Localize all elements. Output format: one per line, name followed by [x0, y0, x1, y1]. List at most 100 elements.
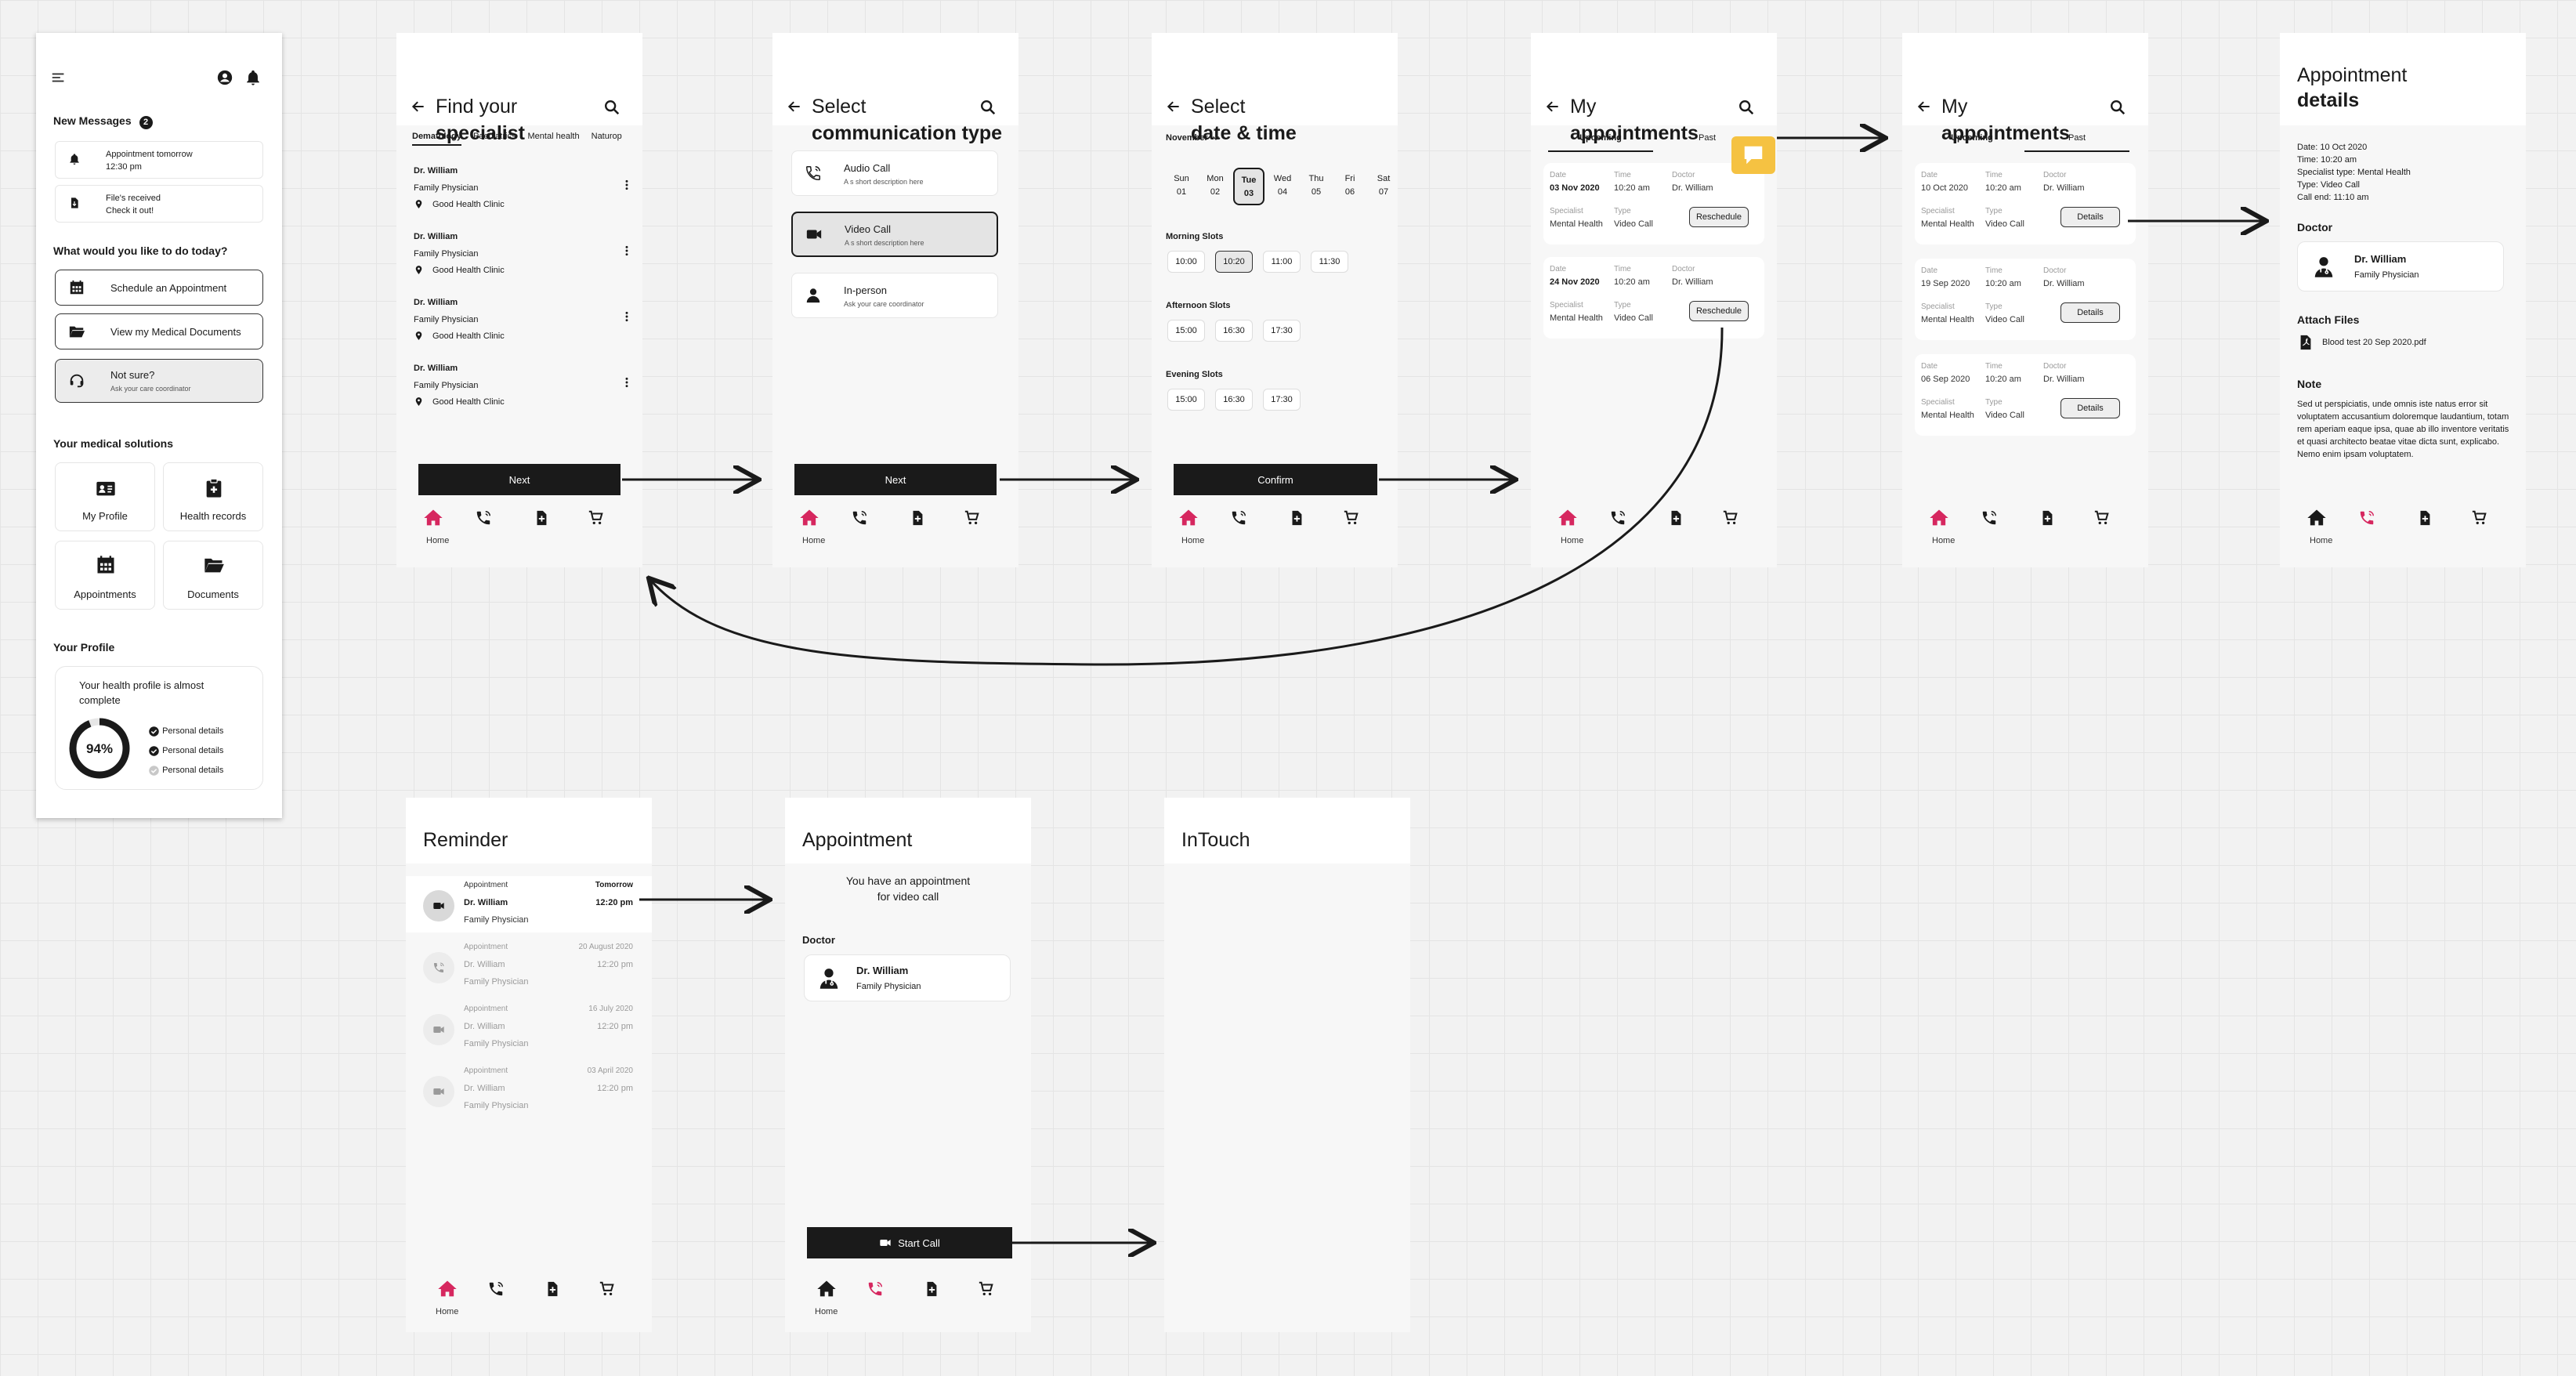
health-records-tile[interactable]: Health records — [163, 462, 263, 531]
message-item[interactable]: File's received Check it out! — [55, 185, 263, 223]
documents-icon[interactable] — [920, 1277, 943, 1301]
time-slot[interactable]: 10:20 — [1215, 251, 1253, 273]
day-chip[interactable]: Thu 05 — [1301, 168, 1332, 205]
cart-icon[interactable] — [584, 506, 608, 530]
cart-icon[interactable] — [961, 506, 984, 530]
tab-upcoming[interactable]: Upcoming — [1548, 133, 1653, 152]
cart-icon[interactable] — [595, 1277, 619, 1301]
time-slot[interactable]: 17:30 — [1263, 389, 1301, 411]
appointment-card[interactable]: Date Time Doctor 19 Sep 2020 10:20 am Dr. Wil… — [1915, 259, 2136, 340]
reminder-item[interactable]: Appointment Dr. William Family Physician 20… — [406, 938, 652, 994]
back-arrow-icon[interactable] — [1916, 99, 1932, 114]
day-chip[interactable]: Sat 07 — [1368, 168, 1398, 205]
appointment-card[interactable]: Date Time Doctor 10 Oct 2020 10:20 am Dr. Wil… — [1915, 163, 2136, 244]
schedule-appointment-button[interactable]: Schedule an Appointment — [55, 270, 263, 306]
calls-icon[interactable] — [863, 1277, 887, 1301]
next-button[interactable]: Next — [794, 464, 997, 495]
tab-upcoming[interactable]: Upcoming — [1919, 133, 2024, 152]
time-slot[interactable]: 16:30 — [1215, 389, 1253, 411]
appointment-card[interactable]: Date Time Doctor 06 Sep 2020 10:20 am Dr. Wil… — [1915, 354, 2136, 436]
time-slot[interactable]: 11:00 — [1263, 251, 1301, 273]
back-arrow-icon[interactable] — [1166, 99, 1181, 114]
cart-icon[interactable] — [2468, 506, 2491, 530]
back-arrow-icon[interactable] — [787, 99, 802, 114]
cart-icon[interactable] — [975, 1277, 998, 1301]
appointment-card[interactable]: Date Time Doctor 03 Nov 2020 10:20 am Dr. Wil… — [1543, 163, 1764, 244]
calls-icon[interactable] — [848, 506, 871, 530]
view-medical-documents-button[interactable]: View my Medical Documents — [55, 313, 263, 349]
day-chip[interactable]: Mon 02 — [1199, 168, 1231, 205]
attached-file[interactable]: Blood test 20 Sep 2020.pdf — [2297, 334, 2426, 351]
day-chip[interactable]: Sun 01 — [1166, 168, 1197, 205]
time-slot[interactable]: 15:00 — [1167, 389, 1205, 411]
cart-icon[interactable] — [1719, 506, 1742, 530]
day-chip[interactable]: Wed 04 — [1267, 168, 1298, 205]
comment-sticky-note[interactable] — [1731, 136, 1775, 174]
documents-tile[interactable]: Documents — [163, 541, 263, 610]
profile-icon[interactable] — [216, 69, 233, 86]
doctor-list-item[interactable]: Dr. William Family Physician Good Health C… — [414, 364, 633, 418]
doctor-card[interactable]: Dr. William Family Physician — [804, 954, 1011, 1001]
start-call-button[interactable]: Start Call — [807, 1227, 1012, 1258]
back-arrow-icon[interactable] — [1545, 99, 1561, 114]
month-selector[interactable]: November — [1166, 133, 1221, 143]
documents-icon[interactable] — [906, 506, 929, 530]
reschedule-button[interactable]: Reschedule — [1689, 301, 1749, 321]
search-icon[interactable] — [603, 99, 620, 116]
home-icon[interactable] — [421, 506, 445, 530]
cart-icon[interactable] — [2090, 506, 2114, 530]
care-coordinator-button[interactable]: Not sure? Ask your care coordinator — [55, 359, 263, 403]
in-person-option[interactable]: In-person Ask your care coordinator — [791, 273, 998, 318]
documents-icon[interactable] — [541, 1277, 564, 1301]
home-icon[interactable] — [1177, 506, 1200, 530]
calls-icon[interactable] — [1606, 506, 1630, 530]
time-slot[interactable]: 15:00 — [1167, 320, 1205, 342]
search-icon[interactable] — [2109, 99, 2126, 116]
confirm-button[interactable]: Confirm — [1174, 464, 1377, 495]
home-icon[interactable] — [815, 1277, 838, 1301]
time-slot[interactable]: 16:30 — [1215, 320, 1253, 342]
day-chip[interactable]: Fri 06 — [1334, 168, 1366, 205]
doctor-list-item[interactable]: Dr. William Family Physician Good Health C… — [414, 232, 633, 287]
calls-icon[interactable] — [472, 506, 495, 530]
home-icon[interactable] — [2305, 506, 2328, 530]
home-icon[interactable] — [798, 506, 821, 530]
calls-icon[interactable] — [1977, 506, 2001, 530]
reminder-item[interactable]: Appointment Dr. William Family Physician 16… — [406, 1000, 652, 1056]
calls-icon[interactable] — [484, 1277, 508, 1301]
day-chip[interactable]: Tue 03 — [1233, 168, 1264, 205]
back-arrow-icon[interactable] — [411, 99, 426, 114]
audio-call-option[interactable]: Audio Call A s short description here — [791, 150, 998, 196]
tab-paediatrics[interactable]: Paediatrics — [473, 132, 516, 141]
home-icon[interactable] — [1927, 506, 1951, 530]
reschedule-button[interactable]: Reschedule — [1689, 207, 1749, 227]
time-slot[interactable]: 11:30 — [1311, 251, 1348, 273]
tab-past[interactable]: Past — [2024, 133, 2129, 152]
documents-icon[interactable] — [1285, 506, 1308, 530]
reminder-item[interactable]: Appointment Dr. William Family Physician To… — [406, 876, 652, 932]
reminder-item[interactable]: Appointment Dr. William Family Physician 03… — [406, 1062, 652, 1118]
time-slot[interactable]: 17:30 — [1263, 320, 1301, 342]
doctor-card[interactable]: Dr. William Family Physician — [2297, 241, 2504, 291]
next-button[interactable]: Next — [418, 464, 620, 495]
home-icon[interactable] — [1556, 506, 1579, 530]
documents-icon[interactable] — [2413, 506, 2437, 530]
tab-naturopathy[interactable]: Naturop — [592, 132, 622, 141]
appointments-tile[interactable]: Appointments — [55, 541, 155, 610]
details-button[interactable]: Details — [2060, 207, 2120, 227]
search-icon[interactable] — [979, 99, 997, 116]
tab-dermatology[interactable]: Dematology — [412, 132, 461, 146]
details-button[interactable]: Details — [2060, 302, 2120, 323]
menu-icon[interactable] — [50, 69, 67, 86]
documents-icon[interactable] — [2035, 506, 2059, 530]
documents-icon[interactable] — [1664, 506, 1688, 530]
tab-mental-health[interactable]: Mental health — [528, 132, 580, 141]
cart-icon[interactable] — [1340, 506, 1363, 530]
search-icon[interactable] — [1738, 99, 1755, 116]
details-button[interactable]: Details — [2060, 398, 2120, 418]
home-icon[interactable] — [436, 1277, 459, 1301]
my-profile-tile[interactable]: My Profile — [55, 462, 155, 531]
message-item[interactable]: Appointment tomorrow 12:30 pm — [55, 141, 263, 179]
appointment-card[interactable]: Date Time Doctor 24 Nov 2020 10:20 am Dr. Wil… — [1543, 257, 1764, 339]
calls-icon[interactable] — [2355, 506, 2379, 530]
